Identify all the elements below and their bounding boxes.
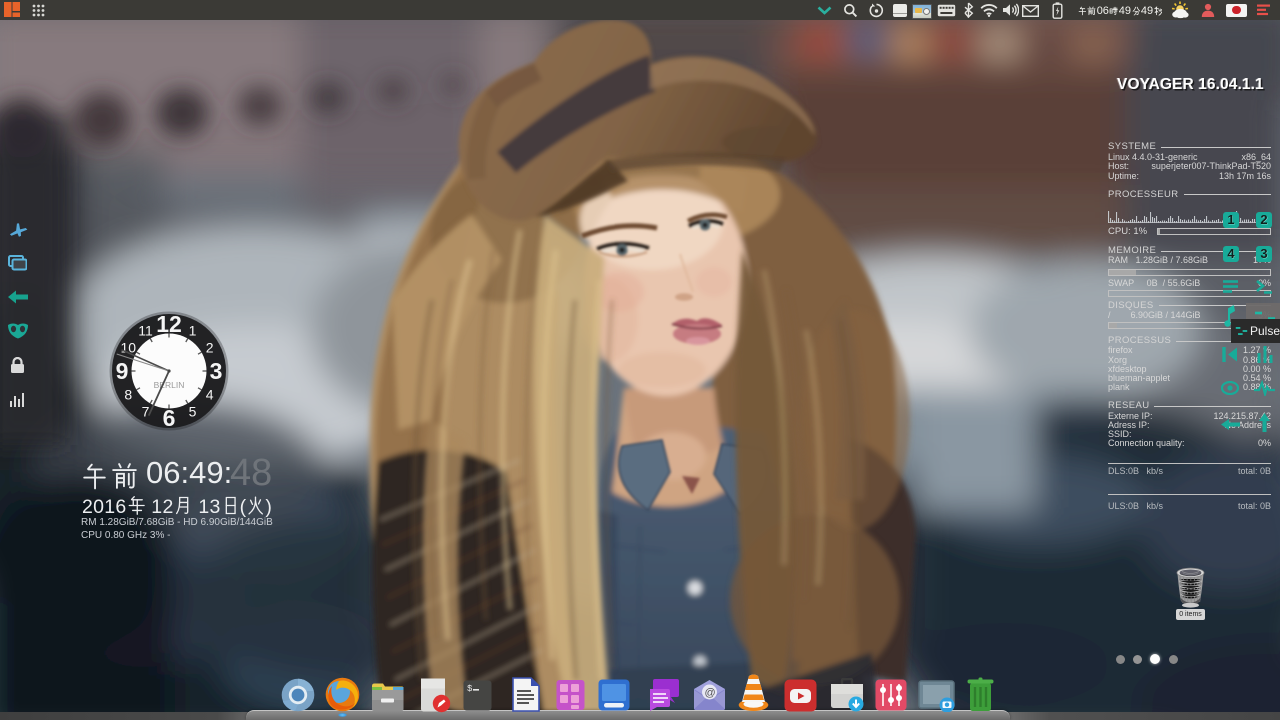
svg-text:11: 11 xyxy=(138,322,153,338)
svg-text:4: 4 xyxy=(206,387,214,403)
svg-text:12: 12 xyxy=(156,311,182,337)
svg-text:7: 7 xyxy=(142,404,150,420)
svg-text:2: 2 xyxy=(206,340,214,356)
svg-text:1: 1 xyxy=(189,322,197,338)
svg-text:$: $ xyxy=(467,684,473,694)
svg-text:8: 8 xyxy=(124,387,132,403)
svg-text:3: 3 xyxy=(210,358,223,384)
svg-text:BERLIN: BERLIN xyxy=(154,380,185,390)
svg-text:9: 9 xyxy=(116,358,129,384)
svg-text:5: 5 xyxy=(189,404,197,420)
svg-text:6: 6 xyxy=(163,405,176,431)
svg-text:@: @ xyxy=(705,687,716,699)
